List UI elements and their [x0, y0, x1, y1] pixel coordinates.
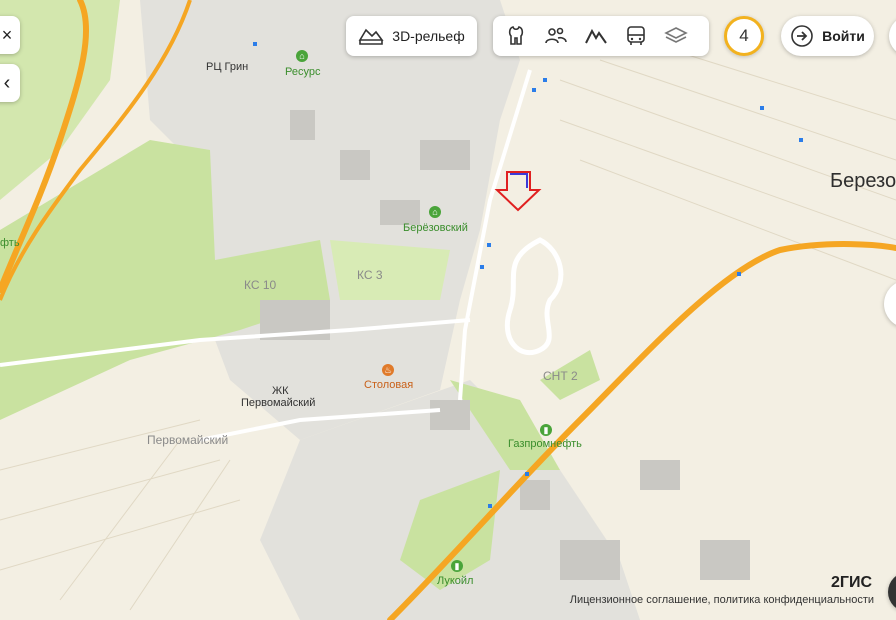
berezovsky-poi-icon[interactable]: ⌂ [429, 206, 441, 218]
label-stolovaya[interactable]: Столовая [364, 379, 413, 391]
relief-3d-button[interactable]: 3D-рельеф [346, 16, 477, 56]
label-ks10: КС 10 [244, 278, 277, 292]
map-canvas[interactable] [0, 0, 896, 620]
label-gazpromneft[interactable]: Газпромнефть [508, 438, 582, 450]
label-pervomaysky-zhk[interactable]: Первомайский [241, 397, 315, 409]
gazpromneft-poi-icon[interactable]: ▮ [540, 424, 552, 436]
friends-button[interactable] [537, 17, 575, 55]
login-icon [791, 25, 813, 47]
bus-icon [627, 26, 645, 45]
landmark-icon [508, 26, 524, 45]
badge-count: 4 [739, 26, 749, 45]
relief-3d-icon [358, 28, 384, 45]
resurs-poi-icon[interactable]: ⌂ [296, 50, 308, 62]
close-button[interactable]: × [0, 16, 20, 54]
brand-logo[interactable]: 2ГИС [831, 574, 872, 592]
layers-button[interactable] [657, 17, 695, 55]
mountain-icon [585, 28, 607, 44]
label-pervomaysky: Первомайский [147, 433, 229, 447]
label-rc-grin[interactable]: РЦ Грин [206, 61, 248, 73]
collapse-panel-button[interactable]: ‹ [0, 64, 20, 102]
legal-links[interactable]: Лицензионное соглашение, политика конфид… [570, 594, 874, 606]
login-button[interactable]: Войти [781, 16, 874, 56]
relief-3d-label: 3D-рельеф [392, 28, 465, 44]
label-berezovsky[interactable]: Берёзовский [403, 222, 468, 234]
label-lukoil[interactable]: Лукойл [437, 575, 473, 587]
people-icon [545, 27, 567, 44]
notification-badge[interactable]: 4 [724, 16, 764, 56]
layers-toolbar [493, 16, 709, 56]
login-label: Войти [822, 28, 865, 44]
label-resurs[interactable]: Ресурс [285, 66, 320, 78]
stolovaya-poi-icon[interactable]: ♨ [382, 364, 394, 376]
transport-button[interactable] [617, 17, 655, 55]
relief-layer-button[interactable] [577, 17, 615, 55]
close-icon: × [1, 24, 13, 45]
label-snt2: СНТ 2 [543, 369, 578, 383]
lukoil-poi-icon[interactable]: ▮ [451, 560, 463, 572]
label-zhk[interactable]: ЖК [272, 385, 289, 397]
label-left-partial[interactable]: фть [0, 237, 20, 249]
label-ks3: КС 3 [357, 268, 383, 282]
chevron-left-icon: ‹ [3, 71, 11, 94]
attractions-button[interactable] [497, 17, 535, 55]
label-city-partial[interactable]: Березо [830, 170, 896, 193]
layers-icon [664, 27, 688, 43]
